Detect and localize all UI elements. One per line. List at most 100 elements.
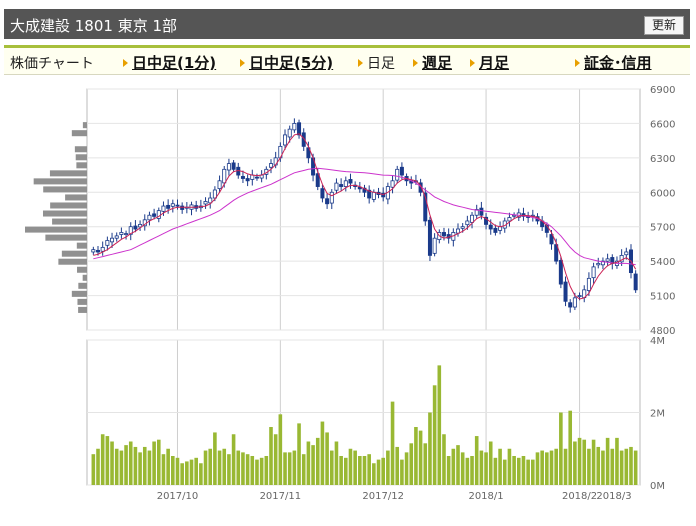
volume-bar: [526, 459, 530, 485]
volume-bar: [156, 439, 161, 485]
candle-body: [91, 249, 96, 253]
volume-bar: [264, 456, 269, 485]
candle-body: [110, 237, 115, 243]
volume-bar: [605, 437, 610, 485]
volume-bar: [414, 427, 418, 485]
candle-body: [114, 235, 119, 239]
volume-profile-bar: [33, 178, 87, 185]
volume-profile-bar: [25, 226, 87, 233]
price-tick-label: 6300: [650, 154, 675, 165]
candle-body: [470, 214, 475, 223]
volume-bar: [311, 445, 315, 485]
x-tick-label: 2017/12: [362, 491, 404, 502]
volume-bar: [124, 445, 128, 485]
candle-body: [427, 219, 432, 256]
volume-profile-bar: [52, 218, 87, 225]
x-tick-label: 2017/11: [260, 491, 302, 502]
volume-tick-label: 2M: [650, 409, 665, 420]
volume-profile-bar: [49, 170, 87, 177]
candle-body: [329, 191, 334, 204]
price-tick-label: 6600: [650, 119, 675, 130]
volume-bar: [535, 452, 540, 485]
volume-bar: [428, 412, 432, 485]
volume-bar: [596, 446, 601, 485]
volume-bar: [488, 441, 493, 485]
candle-body: [586, 277, 591, 291]
volume-bar: [563, 448, 568, 485]
volume-bar: [549, 450, 554, 485]
volume-bar: [297, 423, 301, 485]
volume-bar: [442, 434, 446, 485]
candle-body: [633, 273, 638, 291]
volume-profile-bar: [43, 186, 87, 193]
volume-bar: [259, 457, 264, 485]
volume-profile-bar: [65, 194, 87, 201]
candle-body: [287, 128, 292, 138]
volume-bar: [189, 459, 194, 485]
candle-body: [105, 240, 110, 246]
volume-bar: [633, 450, 638, 485]
volume-bar: [301, 454, 306, 485]
volume-bar: [531, 459, 535, 485]
x-tick-label: 2018/1: [468, 491, 503, 502]
candle-body: [572, 297, 577, 308]
candle-body: [250, 174, 255, 180]
volume-bar: [591, 439, 596, 485]
candle-body: [133, 225, 138, 230]
volume-bar: [105, 436, 110, 485]
candle-body: [339, 184, 344, 187]
volume-bar: [245, 454, 250, 485]
candle-body: [493, 227, 498, 233]
volume-bar: [128, 441, 133, 485]
candle-body: [498, 226, 503, 231]
volume-bar: [358, 456, 362, 485]
x-tick-label: 2018/3: [596, 491, 631, 502]
candle-body: [283, 134, 288, 146]
candle-body: [268, 163, 273, 168]
volume-bar: [395, 446, 400, 485]
candle-body: [320, 188, 325, 199]
candle-body: [180, 205, 185, 210]
volume-bar: [320, 421, 325, 485]
volume-bar: [250, 456, 255, 485]
candle-body: [624, 251, 629, 256]
price-tick-label: 6900: [650, 85, 675, 96]
volume-bar: [386, 450, 390, 485]
volume-profile-bar: [76, 162, 87, 169]
volume-bar: [619, 450, 624, 485]
candle-body: [390, 180, 395, 188]
candle-body: [441, 232, 446, 237]
volume-bar: [554, 448, 558, 485]
volume-bar: [334, 441, 339, 485]
volume-profile-bar: [78, 306, 87, 313]
volume-bar: [479, 450, 484, 485]
volume-bar: [213, 432, 217, 485]
candle-body: [297, 122, 302, 136]
volume-bar: [516, 457, 521, 485]
candle-body: [161, 205, 166, 212]
volume-bar: [400, 459, 404, 485]
candle-body: [100, 246, 105, 252]
volume-bar: [180, 463, 184, 485]
volume-bar: [381, 457, 386, 485]
candle-body: [343, 180, 348, 187]
volume-bar: [353, 450, 357, 485]
volume-bar: [185, 461, 189, 485]
volume-profile-bar: [77, 298, 87, 305]
candle-body: [152, 213, 157, 217]
volume-profile-bar: [71, 130, 87, 137]
candle-body: [432, 237, 437, 254]
volume-bar: [269, 427, 273, 485]
volume-bar: [339, 456, 343, 485]
volume-bar: [325, 432, 329, 485]
volume-profile-bar: [82, 274, 87, 281]
volume-profile-bar: [74, 146, 87, 153]
volume-bar: [241, 452, 245, 485]
volume-tick-label: 0M: [650, 481, 665, 492]
price-tick-label: 5100: [650, 292, 675, 303]
candle-body: [591, 266, 596, 279]
volume-bar: [119, 450, 124, 485]
candle-body: [292, 123, 297, 131]
candle-body: [507, 217, 512, 222]
volume-bar: [91, 454, 96, 485]
